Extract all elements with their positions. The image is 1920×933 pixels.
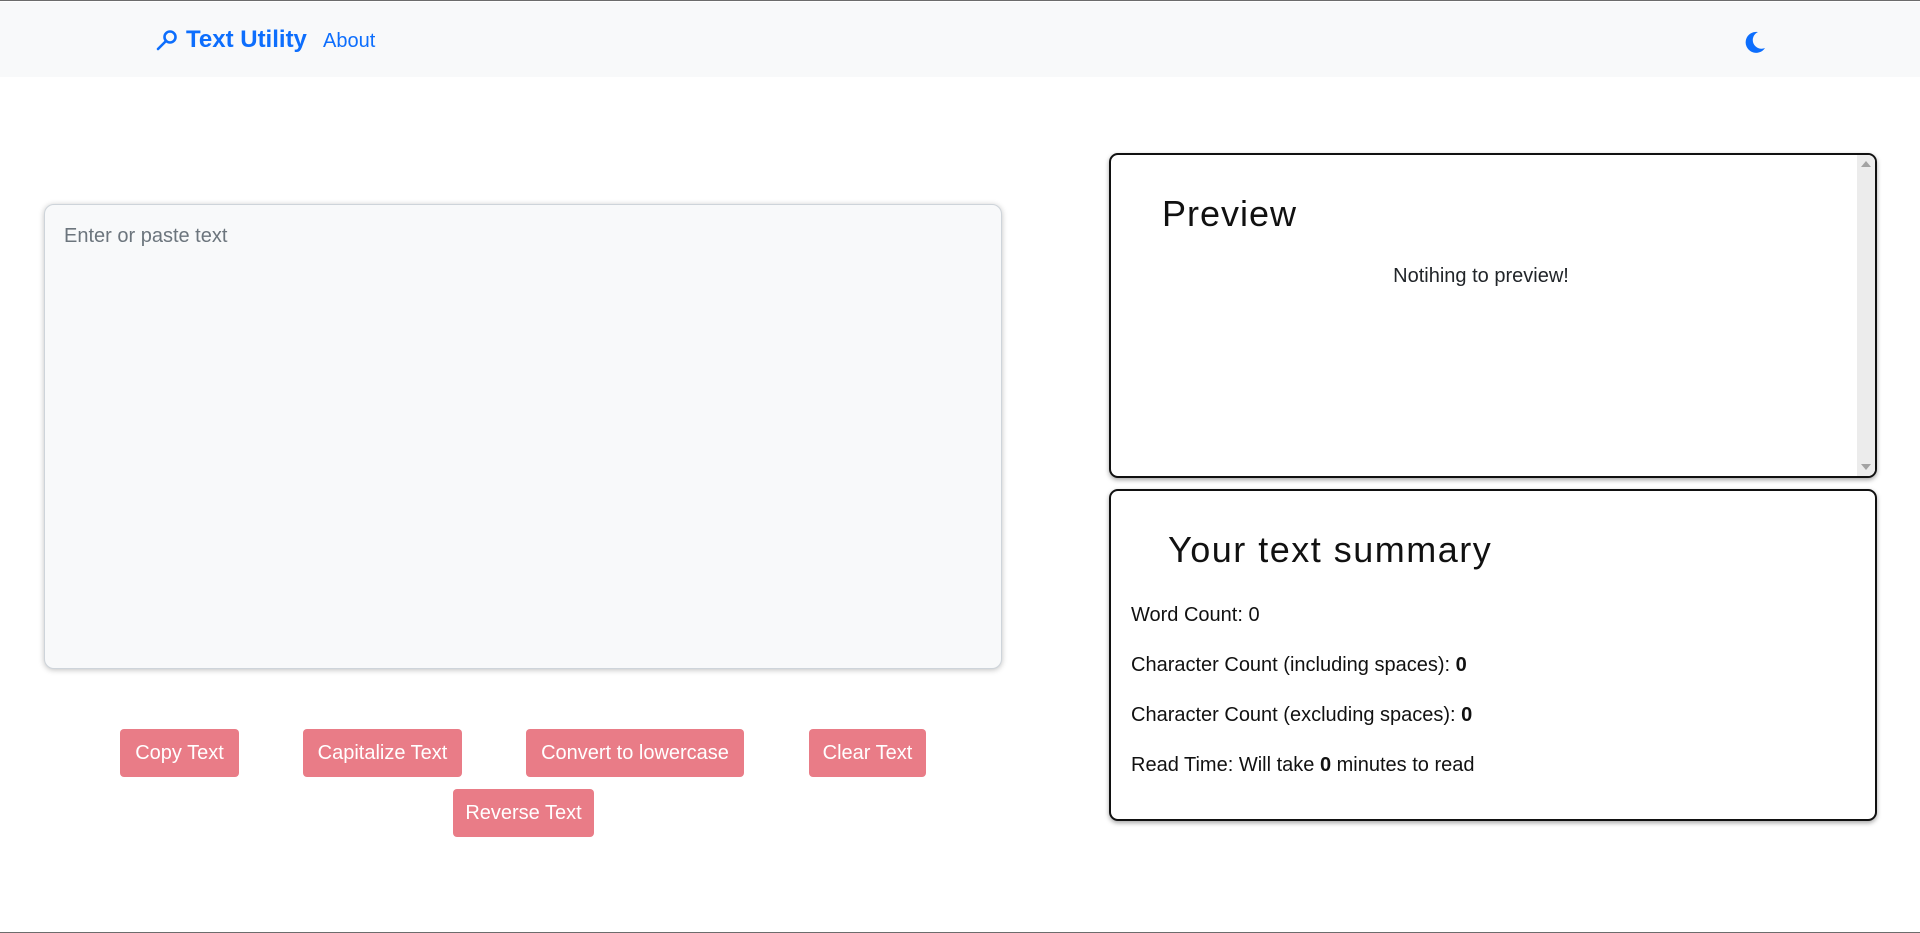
preview-title: Preview [1162, 193, 1298, 234]
preview-empty-text: Notihing to preview! [1393, 265, 1569, 287]
read-time-suffix: minutes to read [1331, 754, 1475, 776]
clear-text-button[interactable]: Clear Text [809, 729, 926, 777]
summary-panel: Your text summary Word Count: 0 Characte… [1109, 489, 1877, 821]
preview-scrollbar[interactable] [1857, 155, 1875, 476]
read-time-prefix: Read Time: Will take [1131, 754, 1320, 776]
reverse-text-button[interactable]: Reverse Text [453, 789, 594, 837]
moon-icon [1745, 31, 1765, 53]
brand-link[interactable]: Text Utility [154, 26, 307, 54]
read-time-value: 0 [1319, 754, 1332, 776]
preview-panel: Preview Notihing to preview! [1109, 153, 1877, 478]
word-count-line: Word Count: 0 [1131, 604, 1260, 627]
magnifier-icon [154, 27, 180, 53]
dark-mode-toggle[interactable] [1740, 27, 1770, 57]
nav-link-about[interactable]: About [323, 30, 375, 53]
lowercase-text-button[interactable]: Convert to lowercase [526, 729, 744, 777]
word-count-label: Word Count: [1131, 604, 1249, 626]
char-count-incl-line: Character Count (including spaces): 0 [1131, 654, 1467, 677]
scroll-up-icon[interactable] [1861, 161, 1871, 167]
char-count-incl-label: Character Count (including spaces): [1131, 654, 1456, 676]
char-count-excl-line: Character Count (excluding spaces): 0 [1131, 704, 1472, 727]
copy-text-button[interactable]: Copy Text [120, 729, 239, 777]
scroll-down-icon[interactable] [1861, 464, 1871, 470]
char-count-incl-value: 0 [1455, 654, 1467, 676]
summary-title: Your text summary [1168, 529, 1493, 570]
read-time-line: Read Time: Will take 0 minutes to read [1131, 754, 1475, 777]
word-count-value: 0 [1248, 604, 1260, 626]
capitalize-text-button[interactable]: Capitalize Text [303, 729, 462, 777]
char-count-excl-label: Character Count (excluding spaces): [1131, 704, 1462, 726]
navbar: Text Utility About [0, 2, 1920, 77]
text-input[interactable] [44, 204, 1002, 669]
char-count-excl-value: 0 [1461, 704, 1473, 726]
brand-label: Text Utility [186, 26, 307, 53]
